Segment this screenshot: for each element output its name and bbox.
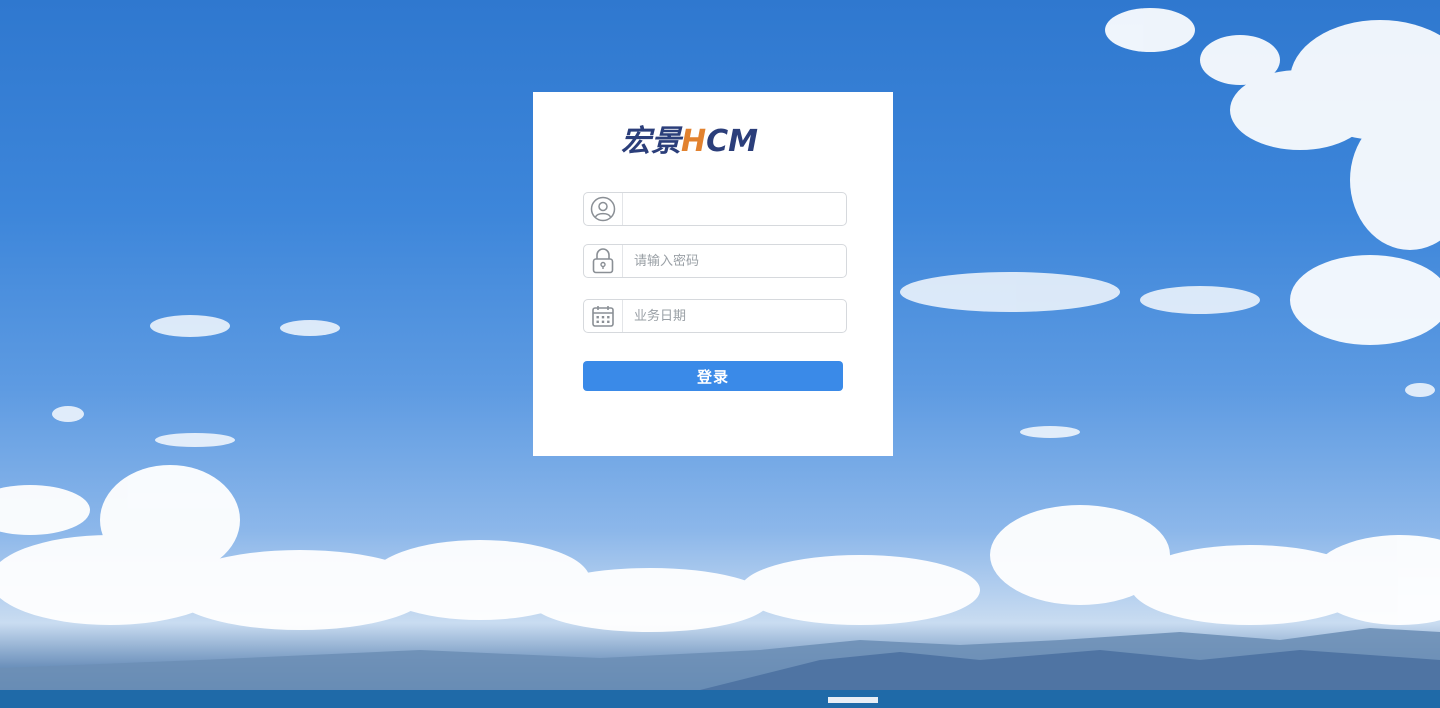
login-card: 宏景HCM 业务日期 登录 <box>533 92 893 456</box>
password-input[interactable] <box>624 245 840 277</box>
username-input[interactable] <box>624 193 840 225</box>
business-date-field <box>583 299 847 333</box>
login-button[interactable]: 登录 <box>583 361 843 391</box>
password-field <box>583 244 847 278</box>
user-circle-icon <box>584 193 623 225</box>
username-field <box>583 192 847 226</box>
hcm-logo: 宏景HCM <box>621 124 805 160</box>
business-date-input[interactable] <box>624 300 840 332</box>
logo-text-cn: 宏景 <box>621 124 681 159</box>
lock-icon <box>584 245 623 277</box>
logo-text-h: H <box>681 124 707 159</box>
calendar-icon <box>584 300 623 332</box>
logo-text-cm: CM <box>706 124 758 159</box>
